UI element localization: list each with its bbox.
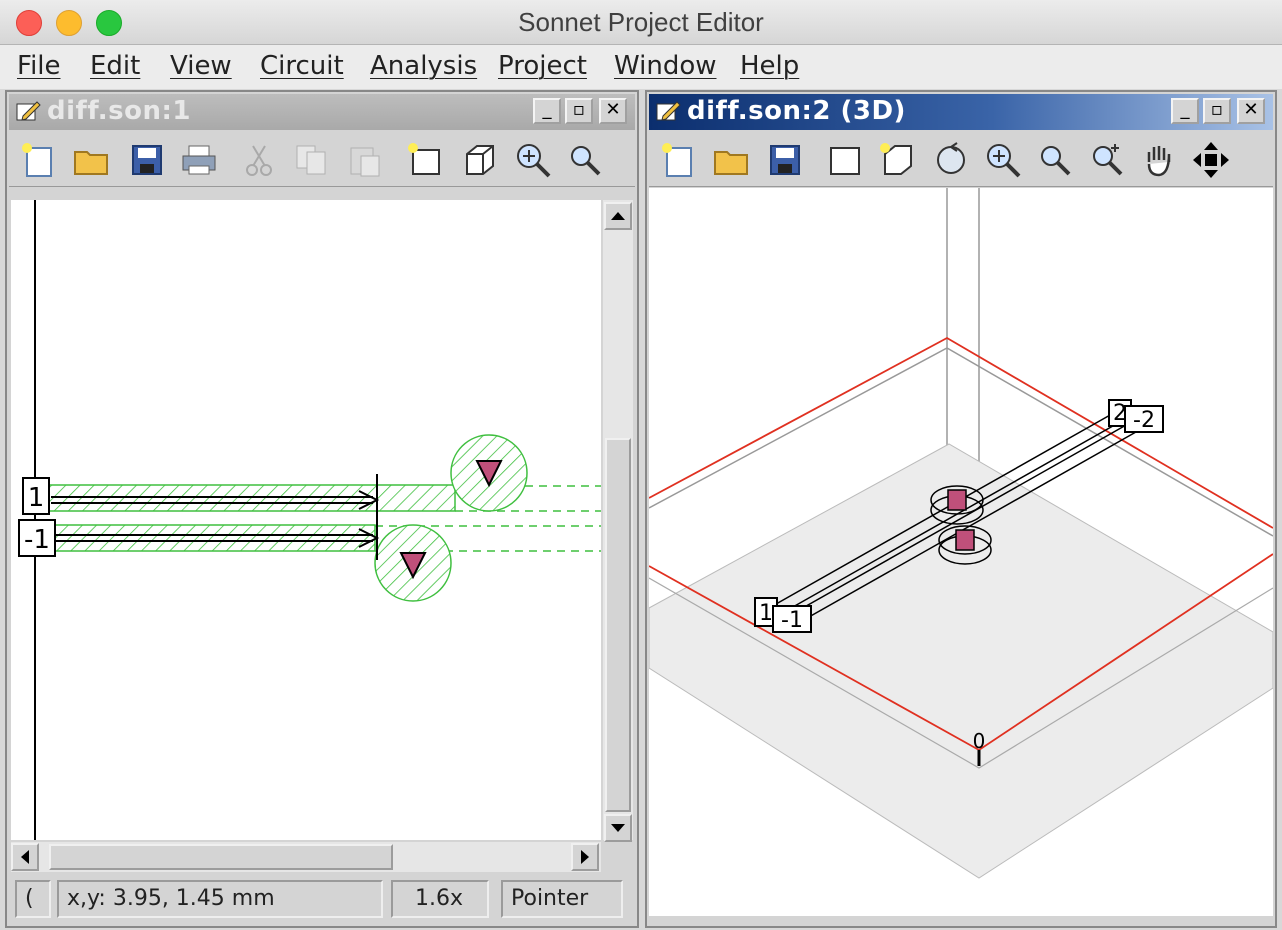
3d-view-icon[interactable] — [459, 140, 499, 180]
close-button[interactable]: ✕ — [599, 98, 627, 124]
pan-hand-icon[interactable] — [1139, 140, 1179, 180]
2d-view-icon[interactable] — [877, 140, 917, 180]
status-coordinates: x,y: 3.95, 1.45 mm — [57, 880, 383, 918]
layout-window-title: diff.son:1 — [47, 96, 191, 126]
menu-file[interactable]: File — [17, 51, 61, 81]
3d-canvas[interactable]: 1 -1 2 -2 0 — [649, 188, 1273, 916]
close-button[interactable]: ✕ — [1237, 98, 1265, 124]
arrow-down-icon — [611, 824, 625, 832]
project-pencil-icon — [656, 101, 681, 121]
menu-view[interactable]: View — [170, 51, 232, 81]
layout-canvas[interactable]: 1 -1 — [11, 200, 601, 840]
3d-window-titlebar[interactable]: diff.son:2 (3D) _ ▫ ✕ — [649, 94, 1273, 130]
save-icon[interactable] — [127, 140, 167, 180]
copy-icon[interactable] — [291, 140, 331, 180]
menu-window[interactable]: Window — [614, 51, 717, 81]
origin-label: 0 — [973, 729, 986, 753]
status-zoom: 1.6x — [391, 880, 489, 918]
menu-edit[interactable]: Edit — [90, 51, 140, 81]
zoom-out-icon[interactable] — [565, 140, 605, 180]
vertical-scroll-thumb[interactable] — [605, 438, 631, 812]
layout-toolbar — [9, 132, 635, 187]
status-bar: ( x,y: 3.95, 1.45 mm 1.6x Pointer — [11, 876, 637, 920]
scroll-right-button[interactable] — [571, 843, 599, 871]
menu-analysis[interactable]: Analysis — [370, 51, 477, 81]
layout-window: diff.son:1 _ ▫ ✕ 1 -1 (x,y: 3.95, 1.45 … — [5, 90, 639, 928]
metal-line-lower[interactable] — [46, 524, 376, 552]
arrow-left-icon — [21, 850, 29, 864]
app-titlebar: Sonnet Project Editor — [0, 0, 1282, 45]
print-icon[interactable] — [179, 140, 219, 180]
menubar: File Edit View Circuit Analysis Project … — [0, 45, 1282, 89]
menu-project[interactable]: Project — [498, 51, 587, 81]
cut-icon[interactable] — [239, 140, 279, 180]
paste-icon[interactable] — [345, 140, 385, 180]
via-3d-upper[interactable] — [947, 489, 967, 511]
minimize-button[interactable]: _ — [533, 98, 561, 124]
restore-button[interactable]: ▫ — [565, 98, 593, 124]
port-label: -2 — [1133, 408, 1155, 433]
new-view-icon[interactable] — [825, 140, 865, 180]
minimize-button[interactable]: _ — [1171, 98, 1199, 124]
port-label: -1 — [781, 608, 803, 633]
new-view-icon[interactable] — [405, 140, 445, 180]
arrow-right-icon — [581, 850, 589, 864]
arrow-up-icon — [611, 212, 625, 220]
menu-circuit[interactable]: Circuit — [260, 51, 344, 81]
layout-window-titlebar[interactable]: diff.son:1 _ ▫ ✕ — [9, 94, 635, 130]
project-pencil-icon — [16, 101, 41, 121]
move-arrows-icon[interactable] — [1191, 140, 1231, 180]
new-file-icon[interactable] — [19, 140, 59, 180]
scroll-up-button[interactable] — [604, 202, 632, 230]
zoom-in-icon[interactable] — [513, 140, 553, 180]
3d-toolbar — [649, 132, 1273, 187]
zoom-in-icon[interactable] — [983, 140, 1023, 180]
app-title: Sonnet Project Editor — [518, 7, 764, 37]
scroll-down-button[interactable] — [604, 814, 632, 842]
rotate-icon[interactable] — [931, 140, 971, 180]
restore-button[interactable]: ▫ — [1203, 98, 1231, 124]
vertical-scrollbar[interactable] — [603, 200, 633, 842]
3d-view-window: diff.son:2 (3D) _ ▫ ✕ 1 -1 2 -2 0 — [645, 90, 1277, 928]
3d-window-title: diff.son:2 (3D) — [687, 96, 906, 126]
via-3d-lower[interactable] — [955, 529, 975, 551]
zoom-fit-icon[interactable] — [1087, 140, 1127, 180]
menu-help[interactable]: Help — [740, 51, 799, 81]
save-icon[interactable] — [765, 140, 805, 180]
open-folder-icon[interactable] — [711, 140, 751, 180]
horizontal-scroll-thumb[interactable] — [49, 844, 393, 870]
status-mode: Pointer — [501, 880, 623, 918]
new-file-icon[interactable] — [659, 140, 699, 180]
open-folder-icon[interactable] — [71, 140, 111, 180]
horizontal-scrollbar[interactable] — [11, 842, 601, 872]
port-label: 1 — [28, 483, 45, 513]
scroll-left-button[interactable] — [11, 843, 39, 871]
port-label: 1 — [759, 601, 773, 626]
zoom-out-icon[interactable] — [1035, 140, 1075, 180]
status-left: ( — [15, 880, 51, 918]
port-label: -1 — [24, 525, 50, 555]
